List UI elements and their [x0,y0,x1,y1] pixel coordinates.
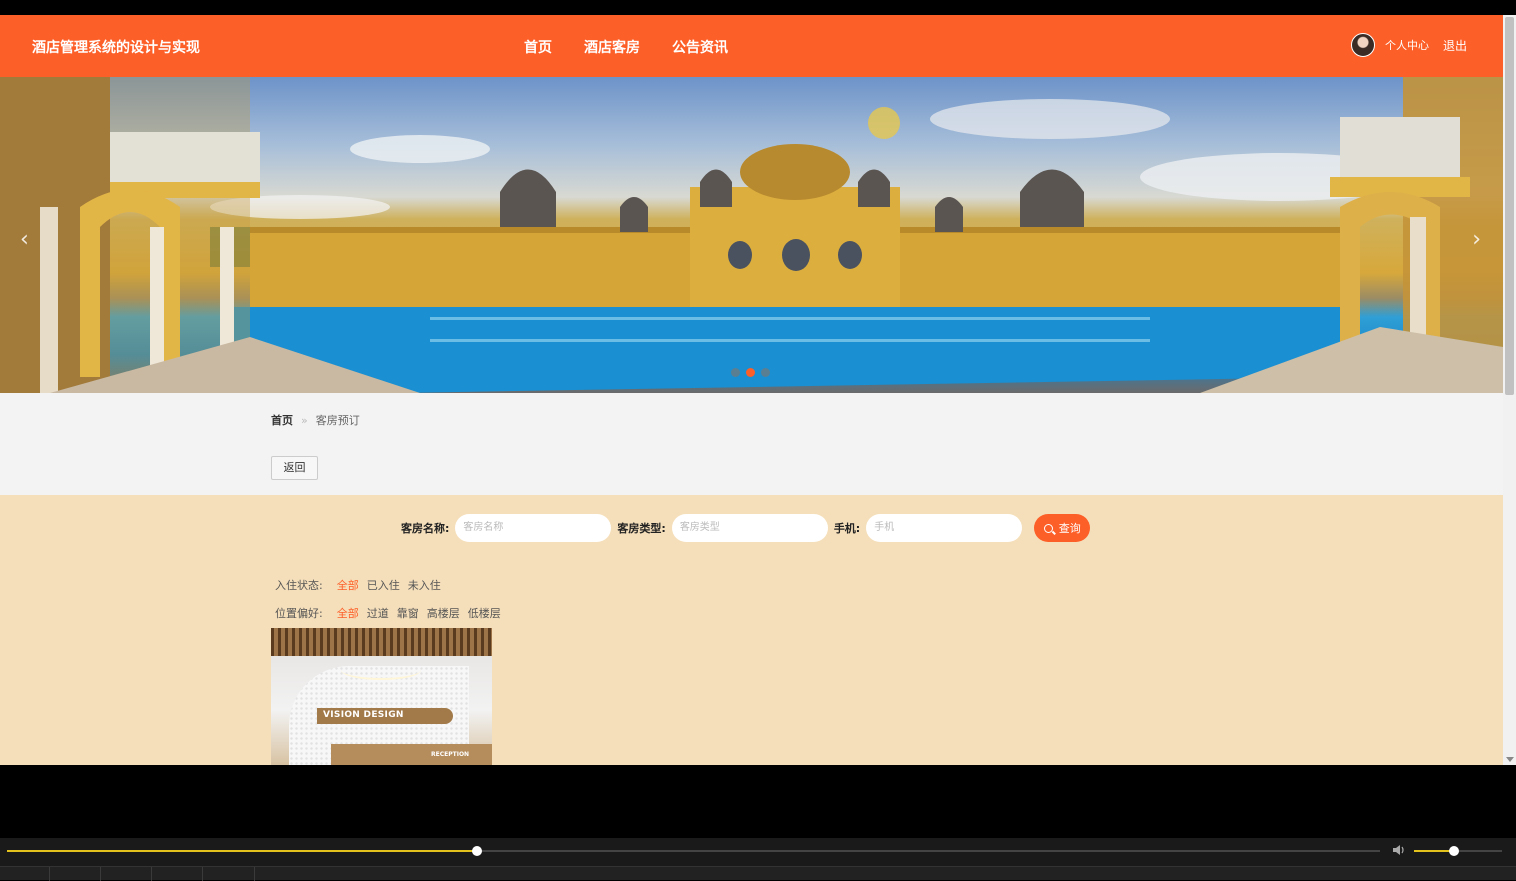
filter-position-label: 位置偏好: [275,607,323,620]
room-type-input[interactable]: 客房类型 [671,514,828,542]
filter-checkin-not-checked-in[interactable]: 未入住 [408,577,441,593]
filter-position-window[interactable]: 靠窗 [397,605,419,621]
volume-fill [1414,850,1454,852]
filter-position-preference: 位置偏好: 全部 过道 靠窗 高楼层 低楼层 [275,605,509,621]
volume-handle[interactable] [1448,846,1459,856]
seek-handle[interactable] [471,846,482,856]
player-controls-strip [0,866,1516,881]
search-button[interactable]: 查询 [1034,514,1091,542]
filter-checkin-all[interactable]: 全部 [337,577,359,593]
search-icon [1043,523,1053,533]
logout-link[interactable]: 退出 [1443,37,1467,54]
room-image-brand-text: VISION DESIGN [323,710,404,720]
room-image-reception-text: RECEPTION [431,751,470,758]
breadcrumb-current: 客房预订 [315,414,360,427]
filter-checkin-status: 入住状态: 全部 已入住 未入住 [275,577,449,593]
filter-position-low-floor[interactable]: 低楼层 [468,605,501,621]
volume-icon[interactable] [1393,844,1407,856]
room-image-ceiling [271,628,492,656]
filter-checkin-checked-in[interactable]: 已入住 [367,577,400,593]
browser-viewport: 酒店管理系统的设计与实现 首页 酒店客房 公告资讯 个人中心 退出 ‹ › 首页… [0,15,1503,765]
room-name-input[interactable]: 客房名称 [455,514,612,542]
nav-item-rooms[interactable]: 酒店客房 [584,37,640,57]
avatar[interactable] [1350,33,1375,57]
phone-input[interactable]: 手机 [866,514,1023,542]
banner-image [0,77,1503,393]
filter-position-all[interactable]: 全部 [337,605,359,621]
search-panel: 客房名称: 客房名称 客房类型: 客房类型 手机: 手机 查询 入住状态: 全部… [0,495,1503,765]
breadcrumb: 首页 » 客房预订 [271,412,360,428]
cursor-highlight [868,107,900,139]
page-scrollbar[interactable] [1503,15,1516,765]
seek-played [7,850,477,852]
carousel-dot-3[interactable] [761,368,770,377]
carousel-prev-arrow-icon[interactable]: ‹ [20,227,29,252]
filter-position-aisle[interactable]: 过道 [367,605,389,621]
site-title[interactable]: 酒店管理系统的设计与实现 [32,37,200,57]
user-area: 个人中心 退出 [1350,33,1467,57]
room-image-lamp [341,660,421,680]
carousel-next-arrow-icon[interactable]: › [1472,227,1481,252]
room-name-label: 客房名称: [401,522,450,535]
filter-position-high-floor[interactable]: 高楼层 [427,605,460,621]
room-type-label: 客房类型: [617,522,666,535]
video-player-bar [0,838,1516,881]
profile-link[interactable]: 个人中心 [1385,37,1429,53]
search-button-label: 查询 [1058,522,1081,535]
breadcrumb-home[interactable]: 首页 [271,414,293,427]
carousel-dots [731,368,770,377]
scrollbar-thumb[interactable] [1505,17,1514,395]
phone-label: 手机: [833,522,861,535]
search-row: 客房名称: 客房名称 客房类型: 客房类型 手机: 手机 查询 [401,514,1091,542]
top-header: 酒店管理系统的设计与实现 首页 酒店客房 公告资讯 个人中心 退出 [0,15,1503,77]
room-card[interactable]: VISION DESIGN RECEPTION [271,628,492,765]
nav-item-news[interactable]: 公告资讯 [672,37,728,57]
breadcrumb-separator: » [301,414,308,427]
carousel-dot-1[interactable] [731,368,740,377]
scroll-down-arrow-icon[interactable] [1506,757,1514,762]
banner-carousel[interactable]: ‹ › [0,77,1503,393]
seek-track[interactable] [7,850,1380,852]
nav-item-home[interactable]: 首页 [524,37,552,57]
filter-checkin-label: 入住状态: [275,579,323,592]
main-nav: 首页 酒店客房 公告资讯 [524,37,760,57]
carousel-dot-2[interactable] [746,368,755,377]
back-button[interactable]: 返回 [271,456,318,480]
